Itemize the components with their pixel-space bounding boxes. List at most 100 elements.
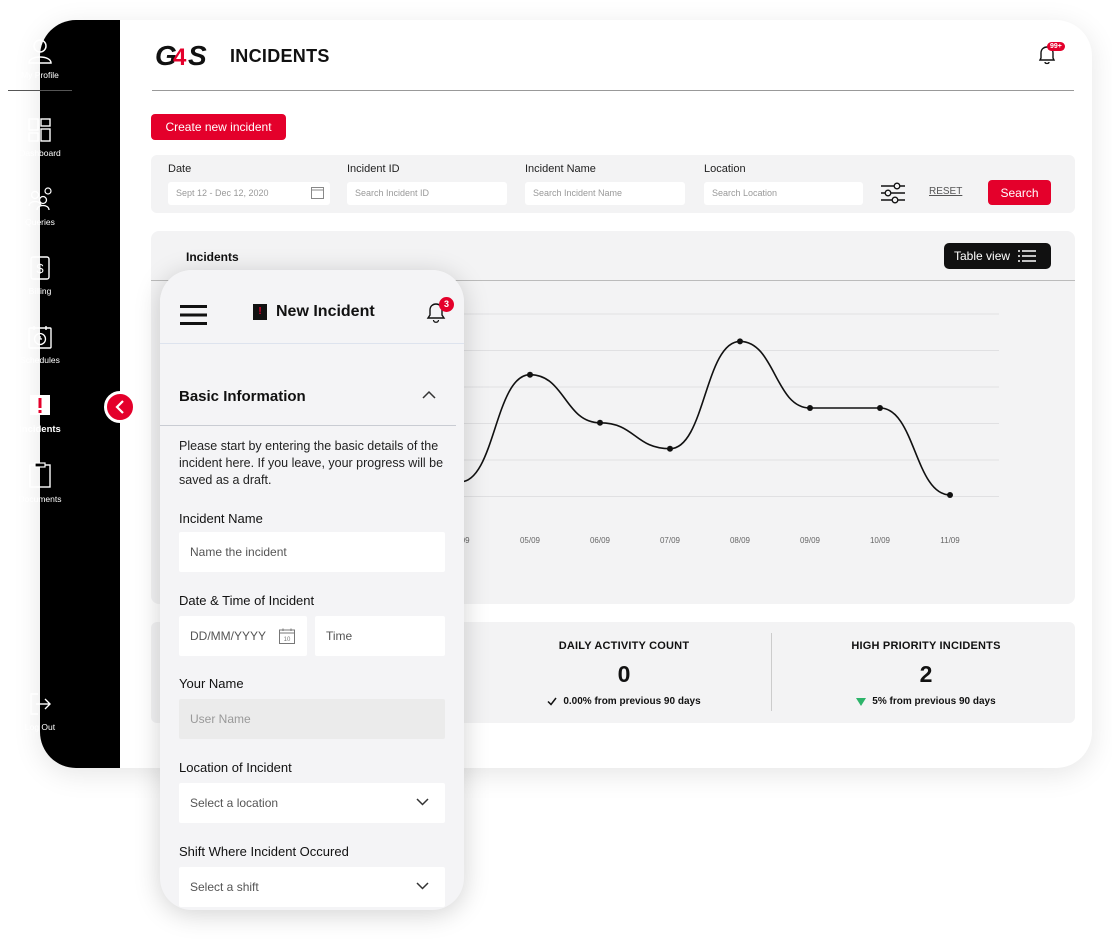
sidebar-item-dashboard[interactable]: Dashboard bbox=[0, 118, 80, 158]
location-search-input[interactable]: Search Location bbox=[704, 182, 863, 205]
stat-delta: 0.00% from previous 90 days bbox=[484, 696, 764, 707]
chart-point-08/09 bbox=[737, 338, 743, 345]
incident-alert-icon: ! bbox=[253, 304, 267, 320]
incident-name-search-input[interactable]: Search Incident Name bbox=[525, 182, 685, 205]
documents-icon bbox=[29, 462, 51, 488]
chart-point-10/09 bbox=[877, 405, 883, 411]
queries-icon bbox=[28, 187, 52, 211]
incident-alert-icon bbox=[30, 395, 50, 415]
g4s-logo: G 4 S bbox=[155, 40, 207, 71]
notification-badge: 99+ bbox=[1047, 42, 1065, 51]
chart-point-05/09 bbox=[527, 371, 533, 378]
sidebar-item-schedules[interactable]: Schedules bbox=[0, 325, 80, 365]
incident-name-input[interactable]: Name the incident bbox=[179, 532, 445, 572]
sidebar-item-label: Documents bbox=[18, 494, 62, 504]
calendar-icon[interactable] bbox=[311, 186, 324, 199]
sidebar-item-label: Queries bbox=[25, 217, 55, 227]
stat-value: 2 bbox=[919, 661, 933, 687]
create-incident-button[interactable]: Create new incident bbox=[151, 114, 286, 140]
chart-series-line bbox=[459, 340, 951, 496]
shift-label: Shift Where Incident Occured bbox=[179, 844, 349, 859]
stat-delta-text: 5% from previous 90 days bbox=[872, 696, 996, 707]
shift-select-value: Select a shift bbox=[190, 880, 259, 894]
date-placeholder: DD/MM/YYYY bbox=[190, 629, 267, 643]
user-icon bbox=[28, 39, 52, 64]
sidebar-item-label: Log Out bbox=[24, 722, 56, 732]
notification-badge: 3 bbox=[439, 297, 454, 312]
chart-title: Incidents bbox=[186, 250, 239, 264]
sidebar-item-billing[interactable]: $ Billing bbox=[0, 256, 80, 296]
sidebar-item-log-out[interactable]: Log Out bbox=[0, 692, 80, 732]
x-tick-label-10/09: 10/09 bbox=[870, 536, 891, 545]
calendar-icon[interactable]: 10 bbox=[279, 628, 295, 644]
your-name-label: Your Name bbox=[179, 676, 244, 691]
x-tick-label-06/09: 06/09 bbox=[590, 536, 611, 545]
svg-text:S: S bbox=[188, 40, 207, 71]
table-view-button[interactable]: Table view bbox=[944, 243, 1051, 269]
chevron-down-icon bbox=[416, 882, 429, 890]
sidebar-divider bbox=[8, 90, 72, 91]
incident-id-search-input[interactable]: Search Incident ID bbox=[347, 182, 507, 205]
stat-value: 0 bbox=[617, 661, 631, 687]
x-tick-label-05/09: 05/09 bbox=[520, 536, 541, 545]
mobile-new-incident-screen: ! New Incident 3 Basic Information Pleas… bbox=[160, 270, 464, 910]
svg-text:4: 4 bbox=[173, 44, 187, 71]
dashboard-icon bbox=[28, 118, 51, 142]
mobile-title-group: ! New Incident bbox=[253, 303, 375, 321]
reset-link[interactable]: RESET bbox=[929, 186, 962, 197]
header-divider bbox=[152, 90, 1074, 91]
chart-point-07/09 bbox=[667, 445, 673, 452]
datetime-label: Date & Time of Incident bbox=[179, 593, 315, 608]
page-title: INCIDENTS bbox=[230, 46, 330, 66]
section-title: Basic Information bbox=[179, 388, 306, 405]
location-select-value: Select a location bbox=[190, 796, 279, 810]
stats-divider bbox=[771, 633, 772, 711]
chart-point-06/09 bbox=[597, 419, 603, 426]
shift-select[interactable]: Select a shift bbox=[179, 867, 445, 907]
date-range-input[interactable]: Sept 12 - Dec 12, 2020 bbox=[168, 182, 330, 205]
mobile-title: New Incident bbox=[276, 303, 375, 320]
sidebar-item-my-profile[interactable]: My Profile bbox=[0, 38, 80, 80]
chevron-down-icon bbox=[416, 798, 429, 806]
sidebar-item-label: Incidents bbox=[19, 424, 61, 435]
billing-icon: $ bbox=[30, 256, 50, 280]
logout-icon bbox=[30, 693, 51, 715]
incident-time-input[interactable]: Time bbox=[315, 616, 445, 656]
x-tick-label-08/09: 08/09 bbox=[730, 536, 751, 545]
user-name-field: User Name bbox=[179, 699, 445, 739]
sidebar-item-documents[interactable]: Documents bbox=[0, 462, 80, 504]
intro-text: Please start by entering the basic detai… bbox=[179, 439, 444, 487]
incident-id-label: Incident ID bbox=[347, 163, 400, 175]
sidebar-item-label: Billing bbox=[28, 286, 52, 296]
chart-point-09/09 bbox=[807, 405, 813, 411]
chevron-left-icon bbox=[115, 400, 124, 414]
search-button[interactable]: Search bbox=[988, 180, 1051, 205]
checkmark-icon bbox=[547, 697, 557, 706]
sidebar-item-label: Schedules bbox=[20, 355, 60, 365]
filter-sliders-icon[interactable] bbox=[880, 182, 906, 204]
x-tick-label-11/09: 11/09 bbox=[940, 536, 960, 545]
basic-information-accordion[interactable]: Basic Information bbox=[160, 366, 464, 426]
incident-date-input[interactable]: DD/MM/YYYY 10 bbox=[179, 616, 307, 656]
location-select[interactable]: Select a location bbox=[179, 783, 445, 823]
chart-point-11/09 bbox=[947, 491, 953, 498]
sidebar-item-label: My Profile bbox=[21, 70, 59, 80]
collapse-sidebar-button[interactable] bbox=[104, 391, 136, 423]
stat-delta: 5% from previous 90 days bbox=[786, 696, 1066, 707]
list-icon bbox=[1018, 250, 1037, 262]
section-divider bbox=[160, 425, 456, 426]
sidebar-item-queries[interactable]: Queries bbox=[0, 187, 80, 227]
location-label: Location bbox=[704, 163, 746, 175]
sidebar-item-label: Dashboard bbox=[19, 148, 61, 158]
incident-name-label: Incident Name bbox=[179, 511, 263, 526]
x-tick-label-07/09: 07/09 bbox=[660, 536, 681, 545]
hamburger-menu-icon[interactable] bbox=[180, 305, 208, 325]
chevron-up-icon bbox=[422, 390, 436, 399]
high-priority-stat: HIGH PRIORITY INCIDENTS 2 5% from previo… bbox=[786, 640, 1066, 707]
stat-title: HIGH PRIORITY INCIDENTS bbox=[851, 640, 1001, 652]
sidebar-item-incidents[interactable]: Incidents bbox=[0, 394, 80, 435]
schedules-icon bbox=[28, 326, 52, 349]
table-view-label: Table view bbox=[954, 249, 1011, 263]
date-filter-label: Date bbox=[168, 163, 192, 175]
incident-name-label: Incident Name bbox=[525, 163, 596, 175]
